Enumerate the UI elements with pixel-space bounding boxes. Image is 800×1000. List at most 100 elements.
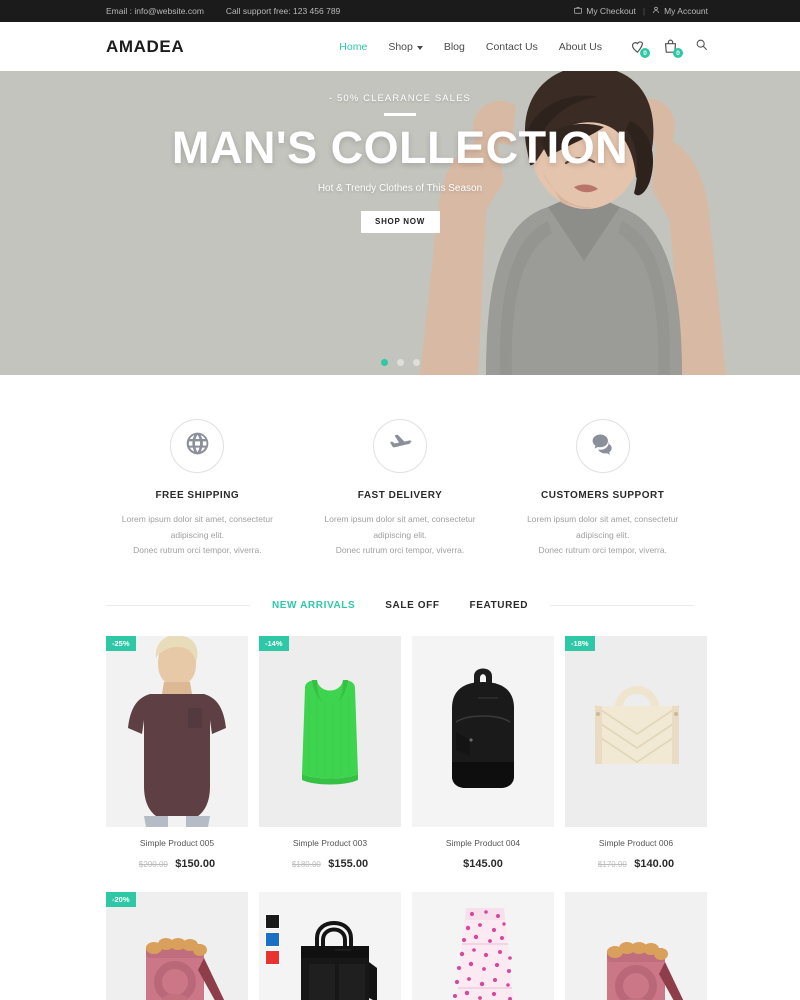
product-card[interactable] (412, 892, 554, 1000)
carousel-dots (0, 359, 800, 366)
product-old-price: $170.00 (597, 860, 627, 870)
carousel-dot-1[interactable] (380, 359, 388, 366)
product-name: Simple Product 004 (445, 838, 521, 849)
nav-item-contact-us[interactable]: Contact Us (486, 41, 538, 53)
utility-topbar: Email : info@website.com Call support fr… (0, 0, 800, 22)
globe-icon (185, 431, 210, 461)
product-card[interactable]: -14% Simple Product 003 $180.00 $155.00 (259, 636, 401, 872)
hero-carousel: - 50% CLEARANCE SALES MAN'S COLLECTION H… (0, 71, 800, 375)
hero-eyebrow: - 50% CLEARANCE SALES (329, 93, 471, 104)
product-card[interactable] (259, 892, 401, 1000)
color-swatch-blue[interactable] (265, 932, 280, 948)
product-price: $150.00 (175, 858, 216, 871)
man-in-maroon-tshirt-image (106, 636, 248, 828)
tabs-divider-left (106, 605, 250, 607)
product-card[interactable]: Simple Product 004 $145.00 (412, 636, 554, 872)
nav-item-blog[interactable]: Blog (444, 41, 465, 53)
feature-free-shipping: FREE SHIPPING Lorem ipsum dolor sit amet… (96, 419, 299, 559)
discount-badge: -14% (259, 636, 289, 652)
nav-item-shop[interactable]: Shop (388, 41, 423, 53)
discount-badge: -20% (106, 892, 136, 908)
feature-title: CUSTOMERS SUPPORT (541, 490, 665, 501)
search-button[interactable] (695, 38, 708, 56)
cream-quilted-handbag-image (565, 636, 707, 828)
pink-chain-bag-2-image (565, 892, 707, 1000)
feature-text-line1: Lorem ipsum dolor sit amet, consectetur … (121, 514, 273, 540)
product-thumbnail[interactable]: -25% (106, 636, 248, 828)
color-swatch-group (265, 914, 280, 966)
tab-new-arrivals[interactable]: NEW ARRIVALS (272, 600, 355, 611)
user-icon (652, 6, 660, 16)
carousel-dot-3[interactable] (412, 359, 420, 366)
nav-item-about-us[interactable]: About Us (559, 41, 602, 53)
black-backpack-image (412, 636, 554, 828)
product-name: Simple Product 006 (598, 838, 674, 849)
feature-title: FAST DELIVERY (357, 490, 443, 501)
shop-now-button[interactable]: SHOP NOW (360, 210, 440, 233)
my-account-label: My Account (664, 6, 708, 16)
my-checkout-link[interactable]: My Checkout (574, 6, 636, 16)
airplane-icon (387, 430, 414, 462)
nav-item-about-us-label: About Us (558, 40, 602, 53)
feature-text-line1: Lorem ipsum dolor sit amet, consectetur … (527, 514, 679, 540)
cart-count-badge: 0 (673, 48, 683, 58)
product-thumbnail[interactable] (259, 892, 401, 1000)
my-checkout-label: My Checkout (586, 6, 636, 16)
feature-icon-wrap (373, 419, 427, 473)
topbar-account-group: My Checkout | My Account (574, 6, 708, 16)
product-old-price: $180.00 (291, 860, 321, 870)
feature-customers-support: CUSTOMERS SUPPORT Lorem ipsum dolor sit … (501, 419, 704, 559)
product-card[interactable]: -25% Simple Product 005 $200.00 $150.00 (106, 636, 248, 872)
product-tabs: NEW ARRIVALS SALE OFF FEATURED (250, 600, 550, 611)
product-thumbnail[interactable]: -18% (565, 636, 707, 828)
nav-item-home-label: Home (339, 40, 368, 53)
carousel-dot-2[interactable] (396, 359, 404, 366)
discount-badge: -18% (565, 636, 595, 652)
topbar-support-phone: Call support free: 123 456 789 (225, 6, 341, 16)
color-swatch-black[interactable] (265, 914, 280, 930)
nav-item-home[interactable]: Home (339, 41, 367, 53)
cart-button[interactable]: 0 (662, 38, 683, 58)
feature-text-line2: Donec rutrum orci tempor, viverra. (133, 545, 262, 556)
nav-item-blog-label: Blog (443, 40, 465, 53)
product-card[interactable] (565, 892, 707, 1000)
product-name: Simple Product 003 (292, 838, 368, 849)
my-account-link[interactable]: My Account (652, 6, 708, 16)
product-thumbnail[interactable] (412, 636, 554, 828)
product-price-block: $200.00 $150.00 (106, 854, 248, 872)
product-price-block: $145.00 (412, 854, 554, 872)
feature-title: FREE SHIPPING (155, 490, 240, 501)
nav-item-shop-label: Shop (388, 40, 413, 53)
color-swatch-red[interactable] (265, 950, 280, 966)
product-thumbnail[interactable]: -20% (106, 892, 248, 1000)
site-header: AMADEA Home Shop Blog Contact Us About U… (0, 22, 800, 71)
product-card[interactable]: -20% (106, 892, 248, 1000)
pink-chain-bag-image (106, 892, 248, 1000)
product-price: $155.00 (328, 858, 369, 871)
feature-icon-wrap (170, 419, 225, 473)
product-price: $140.00 (634, 858, 675, 871)
wishlist-button[interactable]: 0 (629, 38, 650, 58)
hero-divider (384, 113, 416, 116)
tab-sale-off[interactable]: SALE OFF (385, 600, 439, 611)
hero-subtitle: Hot & Trendy Clothes of This Season (317, 182, 483, 194)
nav-item-contact-us-label: Contact Us (485, 40, 538, 53)
product-thumbnail[interactable] (412, 892, 554, 1000)
topbar-contact-group: Email : info@website.com Call support fr… (106, 6, 340, 16)
discount-badge: -25% (106, 636, 136, 652)
product-card[interactable]: -18% Simple Product 006 $170.00 $140.00 (565, 636, 707, 872)
feature-text-line1: Lorem ipsum dolor sit amet, consectetur … (324, 514, 476, 540)
product-tabs-section: NEW ARRIVALS SALE OFF FEATURED (0, 559, 800, 611)
chat-bubbles-icon (590, 431, 616, 462)
product-thumbnail[interactable]: -14% (259, 636, 401, 828)
feature-text-line2: Donec rutrum orci tempor, viverra. (538, 545, 667, 556)
tabs-divider-right (550, 605, 695, 607)
tab-featured[interactable]: FEATURED (470, 600, 529, 611)
black-leather-tote-image (259, 892, 401, 1000)
product-grid-row-2: -20% (0, 872, 800, 1000)
site-logo[interactable]: AMADEA (106, 37, 184, 57)
main-navigation: Home Shop Blog Contact Us About Us 0 0 (339, 38, 708, 58)
product-thumbnail[interactable] (565, 892, 707, 1000)
product-grid-row-1: -25% Simple Product 005 $200.00 $150.00 … (0, 611, 800, 872)
search-icon (695, 38, 708, 55)
